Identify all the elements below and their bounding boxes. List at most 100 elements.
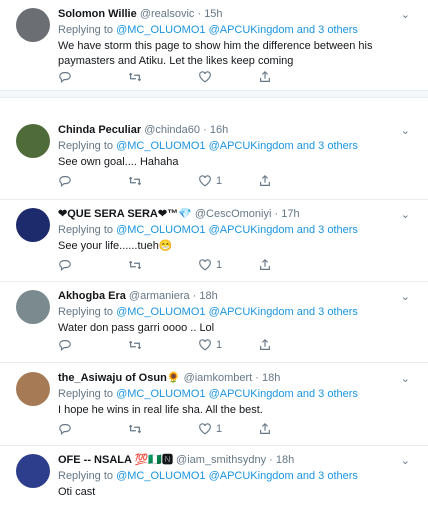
user-handle[interactable]: @iamkombert: [184, 372, 253, 384]
user-name[interactable]: Solomon Willie: [58, 8, 137, 20]
timestamp[interactable]: 18h: [199, 290, 217, 302]
share-icon: [260, 338, 270, 350]
retweet-icon: [128, 340, 142, 350]
retweet-button[interactable]: [128, 336, 142, 354]
avatar-image: [16, 290, 50, 324]
divider: [0, 199, 428, 200]
retweet-button[interactable]: [128, 172, 142, 190]
separator-dot: ·: [192, 290, 197, 302]
replying-to: Replying to @MC_OLUOMO1 @APCUKingdom and…: [58, 23, 410, 38]
mention-link-others[interactable]: @APCUKingdom and 3 others: [209, 224, 358, 236]
user-name[interactable]: OFE -- NSALA 💯🇳🇬🅽: [58, 454, 173, 466]
mention-link[interactable]: @MC_OLUOMO1: [116, 470, 205, 482]
retweet-icon: [128, 72, 142, 82]
reply-button[interactable]: [58, 68, 72, 86]
tweet-header: ❤QUE SERA SERA❤™💎 @CescOmoniyi · 17h: [58, 206, 410, 222]
share-button[interactable]: [258, 336, 272, 354]
share-button[interactable]: [258, 172, 272, 190]
user-handle[interactable]: @CescOmoniyi: [195, 208, 272, 220]
retweet-icon: [128, 424, 142, 434]
tweet-text: See your life......tueh😁: [58, 240, 173, 252]
reply-icon: [59, 340, 71, 352]
user-handle[interactable]: @chinda60: [144, 124, 200, 136]
avatar[interactable]: [16, 124, 50, 158]
user-name[interactable]: Akhogba Era: [58, 290, 126, 302]
mention-link-others[interactable]: @APCUKingdom and 3 others: [209, 140, 358, 152]
conversation-gap: [0, 90, 428, 98]
reply-icon: [59, 176, 71, 188]
mention-link[interactable]: @MC_OLUOMO1: [116, 388, 205, 400]
heart-icon: [199, 423, 211, 435]
share-button[interactable]: [258, 420, 272, 438]
chevron-down-icon[interactable]: ⌄: [401, 290, 410, 303]
share-button[interactable]: [258, 68, 272, 86]
avatar[interactable]: [16, 8, 50, 42]
replying-to-label: Replying to: [58, 224, 117, 236]
replying-to: Replying to @MC_OLUOMO1 @APCUKingdom and…: [58, 223, 410, 238]
heart-icon: [199, 259, 211, 271]
user-name[interactable]: ❤QUE SERA SERA❤™💎: [58, 208, 192, 220]
reply-button[interactable]: [58, 420, 72, 438]
heart-icon: [199, 175, 211, 187]
divider: [0, 445, 428, 446]
replying-to: Replying to @MC_OLUOMO1 @APCUKingdom and…: [58, 387, 410, 402]
like-button[interactable]: 1: [198, 420, 222, 438]
like-count: 1: [216, 423, 223, 435]
user-handle[interactable]: @iam_smithsydny: [176, 454, 266, 466]
avatar-image: [16, 8, 50, 42]
tweet-text: Water don pass garri oooo .. Lol: [58, 322, 215, 334]
avatar[interactable]: [16, 372, 50, 406]
timestamp[interactable]: 18h: [262, 372, 280, 384]
reply-button[interactable]: [58, 336, 72, 354]
chevron-down-icon[interactable]: ⌄: [401, 208, 410, 221]
divider: [0, 281, 428, 282]
chevron-down-icon[interactable]: ⌄: [401, 454, 410, 467]
mention-link[interactable]: @MC_OLUOMO1: [116, 224, 205, 236]
like-count: 1: [216, 259, 223, 271]
like-button[interactable]: [198, 68, 216, 86]
chevron-down-icon[interactable]: ⌄: [401, 8, 410, 21]
mention-link-others[interactable]: @APCUKingdom and 3 others: [209, 306, 358, 318]
chevron-down-icon[interactable]: ⌄: [401, 372, 410, 385]
mention-link[interactable]: @MC_OLUOMO1: [116, 140, 205, 152]
avatar-image: [16, 124, 50, 158]
avatar-image: [16, 372, 50, 406]
tweet-actions: [58, 68, 288, 86]
user-name[interactable]: Chinda Peculiar: [58, 124, 141, 136]
user-name[interactable]: the_Asiwaju of Osun🌻: [58, 372, 181, 384]
mention-link-others[interactable]: @APCUKingdom and 3 others: [209, 24, 358, 36]
retweet-button[interactable]: [128, 420, 142, 438]
separator-dot: ·: [274, 208, 279, 220]
timestamp[interactable]: 16h: [210, 124, 228, 136]
retweet-icon: [128, 176, 142, 186]
reply-button[interactable]: [58, 172, 72, 190]
mention-link[interactable]: @MC_OLUOMO1: [116, 306, 205, 318]
like-button[interactable]: 1: [198, 256, 222, 274]
replying-to-label: Replying to: [58, 24, 117, 36]
tweet-text: I hope he wins in real life sha. All the…: [58, 404, 263, 416]
timestamp[interactable]: 15h: [204, 8, 222, 20]
separator-dot: ·: [255, 372, 259, 384]
timestamp[interactable]: 18h: [276, 454, 294, 466]
share-icon: [260, 70, 270, 82]
reply-button[interactable]: [58, 256, 72, 274]
mention-link[interactable]: @MC_OLUOMO1: [116, 24, 205, 36]
avatar[interactable]: [16, 208, 50, 242]
tweet-actions: 1: [58, 256, 288, 274]
share-button[interactable]: [258, 256, 272, 274]
chevron-down-icon[interactable]: ⌄: [401, 124, 410, 137]
retweet-button[interactable]: [128, 256, 142, 274]
like-button[interactable]: 1: [198, 172, 222, 190]
share-icon: [260, 174, 270, 186]
reply-icon: [59, 424, 71, 436]
like-button[interactable]: 1: [198, 336, 222, 354]
avatar[interactable]: [16, 290, 50, 324]
avatar[interactable]: [16, 454, 50, 488]
user-handle[interactable]: @realsovic: [140, 8, 195, 20]
retweet-button[interactable]: [128, 68, 142, 86]
mention-link-others[interactable]: @APCUKingdom and 3 others: [209, 470, 358, 482]
avatar-image: [16, 454, 50, 488]
mention-link-others[interactable]: @APCUKingdom and 3 others: [209, 388, 358, 400]
user-handle[interactable]: @armaniera: [129, 290, 190, 302]
timestamp[interactable]: 17h: [281, 208, 299, 220]
